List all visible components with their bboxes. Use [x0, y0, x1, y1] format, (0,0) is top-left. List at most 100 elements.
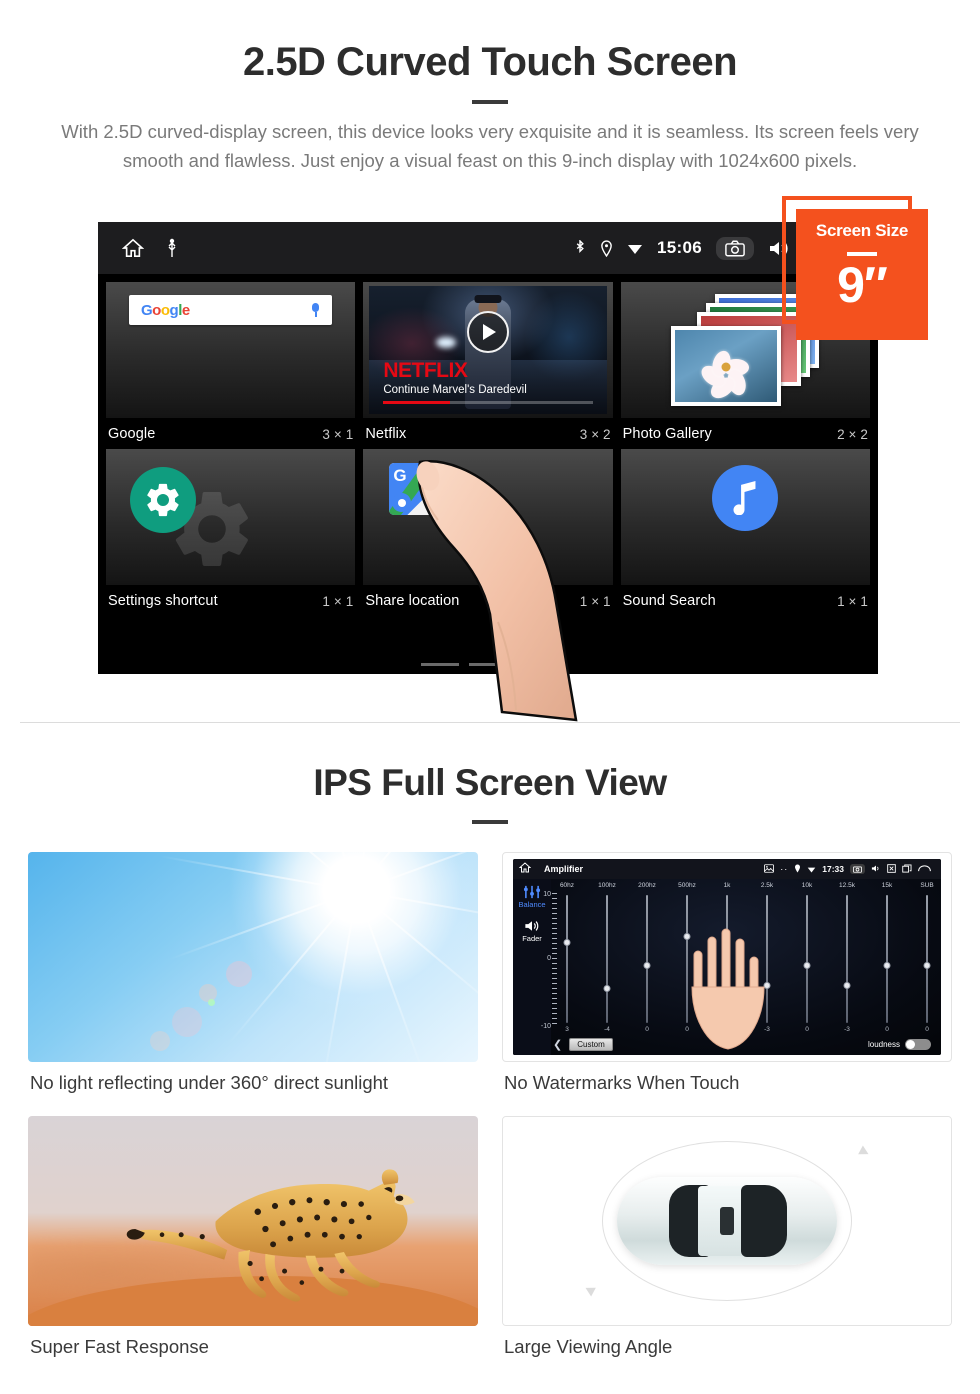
sky-gradient — [28, 852, 478, 1062]
widget-size: 1 × 1 — [837, 593, 868, 609]
widget-size: 1 × 1 — [322, 593, 354, 609]
preset-button[interactable]: Custom — [569, 1037, 613, 1051]
badge-body: Screen Size 9″ — [796, 209, 928, 340]
product-feature-page: 2.5D Curved Touch Screen With 2.5D curve… — [0, 0, 980, 1394]
car-top-view-image — [502, 1116, 952, 1326]
netflix-caption: Continue Marvel's Daredevil — [383, 384, 527, 396]
widget-size: 1 × 1 — [579, 593, 611, 609]
loudness-toggle[interactable] — [905, 1038, 931, 1050]
band-label: 100hz — [598, 882, 616, 889]
band-slider[interactable] — [557, 895, 577, 1023]
volume-icon[interactable] — [871, 860, 881, 878]
gallery-icon — [764, 860, 775, 878]
band-value: 3 — [565, 1026, 569, 1033]
card-caption: Super Fast Response — [30, 1336, 209, 1357]
band-value: 0 — [645, 1026, 649, 1033]
page-dot-active[interactable] — [517, 663, 555, 666]
play-icon[interactable] — [466, 311, 509, 354]
equalizer-screenshot: Amplifier ·· 17:33 Balance Fader 10 0 -1… — [502, 852, 952, 1062]
widget-sound-search[interactable]: Sound Search 1 × 1 — [620, 449, 870, 616]
gear-icon — [130, 467, 196, 533]
touching-hand-illustration — [691, 928, 765, 1050]
google-logo: Google — [141, 301, 190, 319]
widget-preview[interactable] — [106, 449, 356, 585]
device-status-bar: 15:06 — [98, 222, 878, 274]
scale-mid: 0 — [547, 954, 551, 962]
widget-netflix[interactable]: NETFLIX Continue Marvel's Daredevil Netf… — [363, 282, 613, 449]
widget-label: Sound Search 1 × 1 — [621, 585, 870, 616]
band-slider[interactable] — [637, 895, 657, 1023]
band-label: 60hz — [559, 882, 575, 889]
section2-title: IPS Full Screen View — [313, 762, 667, 803]
widget-label: Share location 1 × 1 — [363, 585, 612, 616]
wifi-icon — [807, 860, 816, 878]
card-caption: Large Viewing Angle — [504, 1336, 673, 1357]
location-icon — [600, 239, 613, 257]
more-icon: ·· — [780, 864, 789, 874]
widget-preview[interactable] — [620, 449, 870, 585]
car-scene — [503, 1117, 951, 1325]
google-search-bar[interactable]: Google — [129, 295, 333, 325]
recents-icon[interactable] — [902, 860, 912, 878]
widget-preview[interactable]: G — [363, 449, 613, 585]
camera-icon[interactable] — [716, 236, 754, 260]
widget-name: Netflix — [365, 426, 407, 442]
location-icon — [794, 860, 801, 878]
home-icon[interactable] — [518, 860, 532, 878]
page-dot[interactable] — [421, 663, 459, 666]
widget-settings-shortcut[interactable]: Settings shortcut 1 × 1 — [106, 449, 356, 616]
cheetah-silhouette — [126, 1169, 415, 1302]
lens-flare — [226, 961, 252, 988]
widget-label: Settings shortcut 1 × 1 — [106, 585, 355, 616]
music-note-icon — [712, 465, 779, 531]
section-subtitle: With 2.5D curved-display screen, this de… — [61, 121, 919, 171]
rear-window — [741, 1185, 787, 1257]
band-slider[interactable] — [837, 895, 857, 1023]
widget-picker: Google Google 3 × 1 NETFLIX Continue Mar… — [98, 274, 878, 616]
band-label: 15k — [881, 882, 893, 889]
mic-icon[interactable] — [311, 303, 320, 317]
band-slider[interactable] — [877, 895, 897, 1023]
android-device-screen: 15:06 Google Google 3 × 1 NETFLIX Contin… — [98, 222, 878, 674]
lens-flare — [208, 999, 215, 1006]
widget-label: Google 3 × 1 — [106, 418, 355, 449]
roof-antenna — [720, 1207, 734, 1235]
band-slider[interactable] — [797, 895, 817, 1023]
sunlight-image — [28, 852, 478, 1062]
netflix-thumbnail: NETFLIX Continue Marvel's Daredevil — [369, 286, 607, 414]
prev-preset-icon[interactable]: ❮ — [553, 1038, 562, 1051]
widget-google[interactable]: Google Google 3 × 1 — [106, 282, 356, 449]
frequency-labels: 60hz 100hz 200hz 500hz 1k 2.5k 10k 12.5k… — [557, 882, 937, 889]
loudness-control[interactable]: loudness — [868, 1038, 937, 1050]
badge-label: Screen Size — [815, 221, 909, 240]
camera-icon[interactable] — [850, 864, 865, 874]
widget-preview[interactable]: Google — [106, 282, 356, 418]
band-label: 10k — [801, 882, 813, 889]
band-slider[interactable] — [917, 895, 937, 1023]
card-caption: No Watermarks When Touch — [504, 1072, 740, 1093]
widget-size: 2 × 2 — [837, 426, 868, 442]
widget-name: Settings shortcut — [108, 593, 218, 609]
feature-card-sunlight: No light reflecting under 360° direct su… — [28, 852, 478, 1110]
wifi-icon — [627, 242, 643, 255]
band-label: 2.5k — [760, 882, 774, 889]
band-label: 200hz — [638, 882, 656, 889]
band-slider[interactable] — [597, 895, 617, 1023]
widget-preview[interactable]: NETFLIX Continue Marvel's Daredevil — [363, 282, 613, 418]
widget-share-location[interactable]: G Share location 1 × 1 — [363, 449, 613, 616]
page-indicator[interactable] — [98, 663, 878, 666]
back-arrow-icon[interactable] — [918, 860, 931, 878]
blossom-icon — [698, 342, 754, 402]
rotation-arrow — [858, 1145, 871, 1159]
feature-card-fast-response: Super Fast Response — [28, 1116, 478, 1374]
feature-card-grid: No light reflecting under 360° direct su… — [0, 852, 980, 1380]
badge-divider — [847, 252, 877, 256]
scale-top: 10 — [543, 891, 551, 898]
cheetah-image — [28, 1116, 478, 1326]
page-title: 2.5D Curved Touch Screen — [242, 40, 738, 84]
amplifier-screen: Amplifier ·· 17:33 Balance Fader 10 0 -1… — [513, 859, 941, 1055]
page-dot[interactable] — [469, 663, 507, 666]
home-icon[interactable] — [122, 238, 144, 258]
badge-value: 9″ — [837, 257, 888, 313]
close-icon[interactable] — [887, 860, 896, 878]
